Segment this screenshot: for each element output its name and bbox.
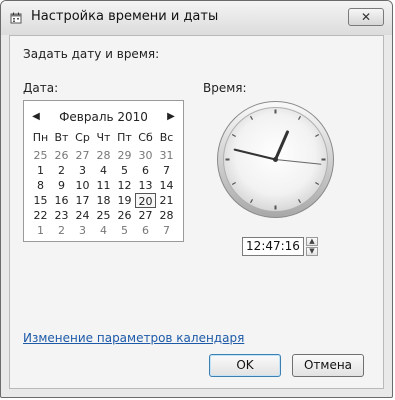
chevron-right-icon: ▶ [167, 111, 175, 122]
title-bar: Настройка времени и даты ✕ [1, 1, 392, 35]
calendar-day[interactable]: 10 [72, 178, 93, 193]
time-input[interactable]: 12:47:16 [242, 237, 304, 256]
close-icon: ✕ [360, 10, 372, 24]
date-label: Дата: [23, 81, 59, 95]
time-spin-down-button[interactable]: ▼ [306, 247, 318, 256]
calendar-day[interactable]: 26 [51, 148, 72, 163]
weekday-header: Вс [159, 131, 174, 144]
calendar-weekdays: Пн Вт Ср Чт Пт Сб Вс [30, 131, 179, 145]
dialog-body: Задать дату и время: Дата: Время: ◀ Февр… [9, 35, 384, 389]
spin-down-icon: ▼ [309, 247, 315, 255]
weekday-header: Пт [117, 131, 132, 144]
calendar-day[interactable]: 9 [51, 178, 72, 193]
spin-up-icon: ▲ [309, 237, 315, 245]
calendar: ◀ Февраль 2010 ▶ Пн Вт Ср Чт Пт Сб Вс 25 26 27 28… [23, 100, 184, 242]
dialog-heading: Задать дату и время: [23, 47, 160, 61]
calendar-days: 25 26 27 28 29 30 31 1 2 3 4 5 6 7 8 9 10 11 12 13 14 15 16 17 1… [30, 148, 179, 238]
calendar-day[interactable]: 5 [114, 163, 135, 178]
calendar-day[interactable]: 1 [30, 163, 51, 178]
calendar-day[interactable]: 3 [72, 163, 93, 178]
date-time-settings-icon [10, 12, 22, 24]
calendar-day[interactable]: 8 [30, 178, 51, 193]
analog-clock [215, 99, 336, 220]
cancel-button[interactable]: Отмена [292, 354, 364, 377]
calendar-day[interactable]: 17 [72, 193, 93, 208]
calendar-day[interactable]: 7 [156, 223, 177, 238]
close-button[interactable]: ✕ [348, 8, 384, 26]
weekday-header: Вт [54, 131, 69, 144]
calendar-day[interactable]: 16 [51, 193, 72, 208]
calendar-day[interactable]: 3 [72, 223, 93, 238]
calendar-day[interactable]: 12 [114, 178, 135, 193]
weekday-header: Сб [138, 131, 153, 144]
calendar-day[interactable]: 21 [156, 193, 177, 208]
calendar-day[interactable]: 28 [93, 148, 114, 163]
calendar-day[interactable]: 6 [135, 223, 156, 238]
calendar-day[interactable]: 23 [51, 208, 72, 223]
calendar-day[interactable]: 27 [135, 208, 156, 223]
calendar-day[interactable]: 1 [30, 223, 51, 238]
calendar-day[interactable]: 28 [156, 208, 177, 223]
date-time-settings-window: Настройка времени и даты ✕ Задать дату и… [0, 0, 393, 398]
calendar-day[interactable]: 6 [135, 163, 156, 178]
calendar-day[interactable]: 25 [30, 148, 51, 163]
analog-clock-face [217, 101, 334, 218]
calendar-day[interactable]: 4 [93, 223, 114, 238]
time-label: Время: [203, 81, 247, 95]
weekday-header: Чт [96, 131, 111, 144]
calendar-day[interactable]: 31 [156, 148, 177, 163]
time-spin-up-button[interactable]: ▲ [306, 237, 318, 246]
ok-button[interactable]: OK [209, 354, 281, 377]
weekday-header: Пн [32, 131, 49, 144]
calendar-day[interactable]: 24 [72, 208, 93, 223]
calendar-day[interactable]: 4 [93, 163, 114, 178]
calendar-day[interactable]: 29 [114, 148, 135, 163]
calendar-day[interactable]: 20 [135, 193, 156, 208]
calendar-day[interactable]: 2 [51, 223, 72, 238]
calendar-day[interactable]: 18 [93, 193, 114, 208]
calendar-next-button[interactable]: ▶ [163, 109, 179, 125]
calendar-day[interactable]: 30 [135, 148, 156, 163]
calendar-day[interactable]: 26 [114, 208, 135, 223]
weekday-header: Ср [75, 131, 90, 144]
calendar-day[interactable]: 11 [93, 178, 114, 193]
calendar-month-title[interactable]: Февраль 2010 [24, 109, 183, 125]
calendar-day[interactable]: 25 [93, 208, 114, 223]
calendar-day[interactable]: 13 [135, 178, 156, 193]
calendar-day[interactable]: 7 [156, 163, 177, 178]
calendar-header: ◀ Февраль 2010 ▶ [24, 109, 183, 125]
window-title: Настройка времени и даты [31, 9, 219, 24]
calendar-day[interactable]: 22 [30, 208, 51, 223]
calendar-day[interactable]: 19 [114, 193, 135, 208]
calendar-day[interactable]: 5 [114, 223, 135, 238]
calendar-day[interactable]: 14 [156, 178, 177, 193]
time-spinner: ▲ ▼ [306, 237, 318, 256]
calendar-settings-link[interactable]: Изменение параметров календаря [23, 331, 244, 345]
calendar-day[interactable]: 27 [72, 148, 93, 163]
calendar-day[interactable]: 2 [51, 163, 72, 178]
calendar-day[interactable]: 15 [30, 193, 51, 208]
